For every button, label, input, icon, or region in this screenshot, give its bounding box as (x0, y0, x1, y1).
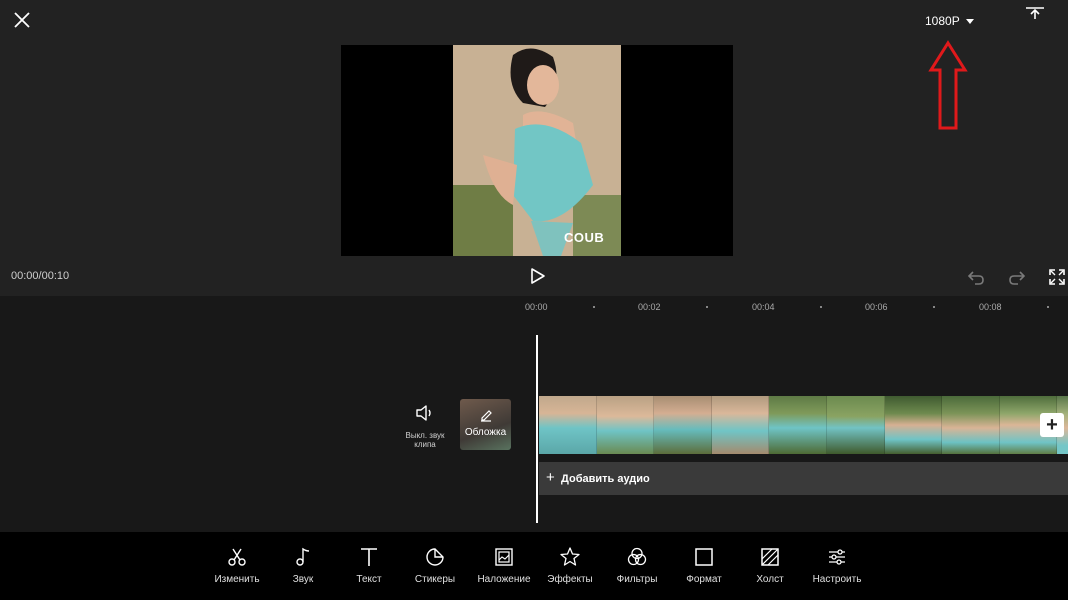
plus-icon: + (1046, 413, 1058, 436)
tick-dot (1047, 306, 1049, 308)
sticker-icon (426, 548, 444, 566)
time-tick: 00:00 (525, 302, 548, 312)
tool-sound[interactable]: Звук (269, 546, 337, 585)
mute-clip-label: Выкл. звук клипа (405, 431, 445, 449)
tool-format[interactable]: Формат (670, 546, 738, 585)
mute-clip-button[interactable]: Выкл. звук клипа (400, 404, 450, 452)
tick-dot (820, 306, 822, 308)
clip-frame (826, 396, 885, 454)
tool-overlay[interactable]: Наложение (470, 546, 538, 585)
undo-icon[interactable] (965, 266, 987, 288)
pencil-icon (481, 410, 492, 422)
tool-effects[interactable]: Эффекты (536, 546, 604, 585)
clip-frame (539, 396, 597, 454)
tool-canvas[interactable]: Холст (736, 546, 804, 585)
redo-icon[interactable] (1006, 266, 1028, 288)
add-audio-button[interactable]: + Добавить аудио (539, 462, 1068, 495)
tool-label: Текст (356, 574, 382, 585)
tool-stickers[interactable]: Стикеры (401, 546, 469, 585)
resolution-dropdown[interactable]: 1080P (925, 10, 974, 32)
resolution-label: 1080P (925, 14, 960, 28)
tool-label: Стикеры (414, 574, 456, 585)
canvas-icon (761, 548, 779, 566)
filters-icon (627, 547, 647, 566)
cover-button[interactable]: Обложка (460, 399, 511, 450)
speaker-icon (416, 405, 431, 421)
clip-frame (884, 396, 943, 454)
clip-frame (654, 396, 712, 454)
plus-icon: + (546, 469, 555, 486)
tool-label: Холст (756, 574, 784, 585)
video-preview[interactable]: COUB (341, 45, 733, 256)
clip-frame (596, 396, 655, 454)
tool-label: Настроить (812, 574, 862, 585)
watermark-text: COUB (564, 230, 605, 245)
add-audio-label: Добавить аудио (561, 473, 650, 485)
tool-edit[interactable]: Изменить (203, 546, 271, 585)
tool-label: Формат (686, 574, 722, 585)
time-tick: 00:02 (638, 302, 661, 312)
export-icon[interactable] (1023, 2, 1047, 22)
video-frame: COUB (453, 45, 621, 256)
clip-frame (942, 396, 1000, 454)
tool-filters[interactable]: Фильтры (603, 546, 671, 585)
text-icon (361, 548, 377, 566)
chevron-down-icon (965, 18, 974, 24)
annotation-arrow (928, 40, 968, 132)
tool-adjust[interactable]: Настроить (803, 546, 871, 585)
video-clip-track[interactable] (539, 396, 1068, 454)
tick-dot (593, 306, 595, 308)
tool-label: Эффекты (547, 574, 593, 585)
adjust-icon (829, 549, 845, 565)
play-icon[interactable] (527, 266, 547, 286)
tick-dot (706, 306, 708, 308)
effects-icon (560, 547, 580, 566)
tool-label: Звук (292, 574, 314, 585)
close-icon[interactable] (10, 8, 34, 32)
clip-frame (769, 396, 827, 454)
tick-dot (933, 306, 935, 308)
playhead[interactable] (536, 335, 538, 523)
scissors-icon (228, 548, 246, 566)
time-tick: 00:08 (979, 302, 1002, 312)
format-icon (695, 548, 713, 566)
music-note-icon (296, 547, 310, 566)
tool-label: Фильтры (616, 574, 658, 585)
time-tick: 00:04 (752, 302, 775, 312)
time-readout: 00:00/00:10 (11, 270, 70, 282)
overlay-icon (495, 548, 513, 566)
tool-label: Наложение (477, 574, 531, 585)
clip-frame (711, 396, 770, 454)
cover-label: Обложка (464, 427, 507, 438)
tool-label: Изменить (214, 574, 260, 585)
time-tick: 00:06 (865, 302, 888, 312)
tool-text[interactable]: Текст (335, 546, 403, 585)
fullscreen-icon[interactable] (1046, 266, 1068, 288)
add-clip-button[interactable]: + (1040, 413, 1064, 437)
